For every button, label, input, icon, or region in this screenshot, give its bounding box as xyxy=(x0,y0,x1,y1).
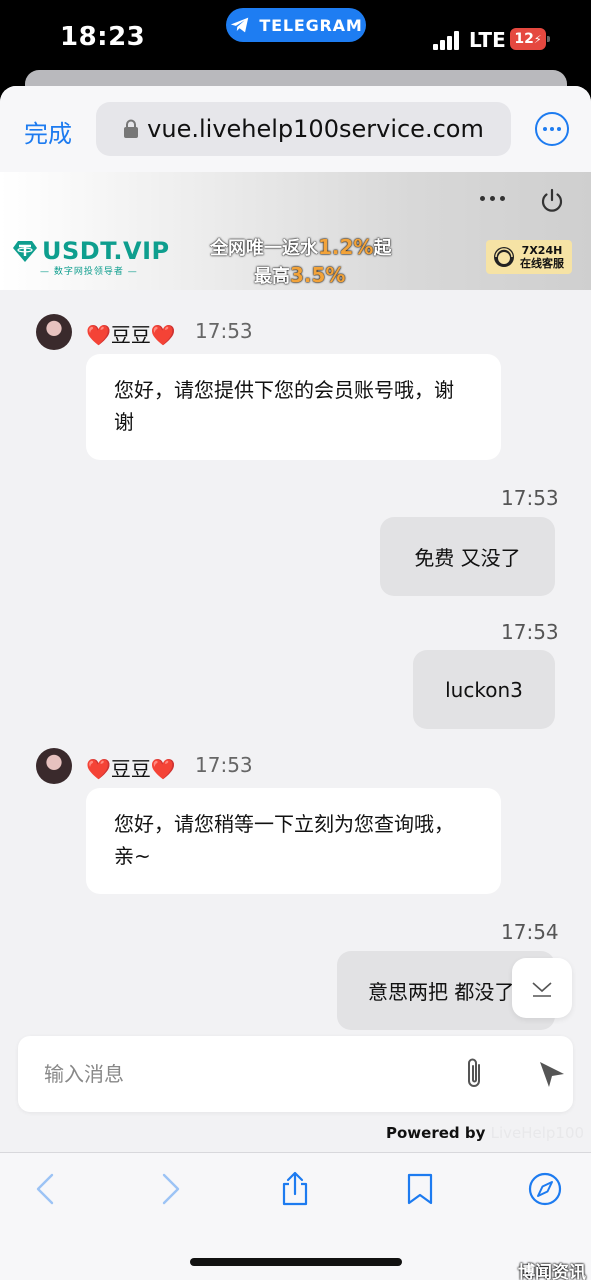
banner-menu-icon[interactable] xyxy=(480,196,505,201)
site-banner: USDT.VIP — 数字网投领导者 — 全网唯一返水1.2%起 最高3.5% … xyxy=(0,172,591,290)
url-text: vue.livehelp100service.com xyxy=(147,115,484,143)
agent-avatar xyxy=(36,748,72,784)
promo-rate-max: 3.5% xyxy=(290,263,346,287)
more-options-icon[interactable] xyxy=(535,112,569,146)
powered-by: Powered by LiveHelp100 xyxy=(386,1124,584,1142)
watermark: 博闻资讯 xyxy=(518,1263,586,1280)
paperclip-icon[interactable] xyxy=(461,1056,489,1092)
agent-message-bubble: 您好，请您稍等一下立刻为您查询哦，亲~ xyxy=(86,788,501,894)
brand-tagline: — 数字网投领导者 — xyxy=(40,267,138,277)
promo-rate-min: 1.2% xyxy=(318,235,374,259)
tether-gem-icon xyxy=(13,241,37,262)
battery-icon: 12 ⚡ xyxy=(510,28,550,50)
back-arrow-icon[interactable] xyxy=(28,1171,64,1207)
message-time: 17:53 xyxy=(195,753,253,777)
usdt-logo: USDT.VIP xyxy=(12,237,170,265)
battery-level: 12 xyxy=(514,31,534,47)
share-icon[interactable] xyxy=(277,1171,313,1207)
network-type: LTE xyxy=(469,28,506,52)
scroll-to-bottom-button[interactable] xyxy=(512,958,572,1018)
message-time: 17:53 xyxy=(501,620,559,644)
promo-line1-pre: 全网唯一返水 xyxy=(210,238,318,259)
agent-name: ❤️豆豆❤️ xyxy=(86,323,176,347)
headset-icon xyxy=(494,247,514,267)
message-input[interactable] xyxy=(44,1054,424,1094)
powered-by-label: Powered by xyxy=(386,1124,486,1142)
bookmarks-icon[interactable] xyxy=(402,1171,438,1207)
chevron-down-icon xyxy=(532,982,552,997)
support-badge[interactable]: 7X24H 在线客服 xyxy=(486,240,572,274)
clock: 18:23 xyxy=(60,22,146,52)
agent-message-bubble: 您好，请您提供下您的会员账号哦，谢谢 xyxy=(86,354,501,460)
cellular-signal-icon xyxy=(433,30,461,50)
message-time: 17:53 xyxy=(501,486,559,510)
home-indicator[interactable] xyxy=(190,1258,402,1266)
compass-icon[interactable] xyxy=(527,1171,563,1207)
return-to-telegram-pill[interactable]: TELEGRAM xyxy=(226,8,366,42)
support-hours: 7X24H xyxy=(521,244,563,257)
telegram-icon xyxy=(231,17,249,33)
address-bar[interactable]: vue.livehelp100service.com xyxy=(96,102,511,156)
brand-name: USDT.VIP xyxy=(42,237,170,265)
done-button[interactable]: 完成 xyxy=(24,114,72,149)
promo-line2-pre: 最高 xyxy=(254,266,290,287)
forward-arrow-icon[interactable] xyxy=(152,1171,188,1207)
agent-name: ❤️豆豆❤️ xyxy=(86,757,176,781)
powered-by-brand[interactable]: LiveHelp100 xyxy=(491,1124,584,1142)
promo-text: 全网唯一返水1.2%起 最高3.5% xyxy=(210,234,391,290)
support-label: 在线客服 xyxy=(520,257,564,270)
status-bar: 18:23 TELEGRAM LTE 12 ⚡ xyxy=(0,0,591,78)
telegram-label: TELEGRAM xyxy=(259,15,363,35)
lock-icon xyxy=(124,119,139,138)
message-composer xyxy=(18,1036,573,1112)
agent-avatar xyxy=(36,314,72,350)
user-message-bubble: luckon3 xyxy=(413,650,555,729)
power-icon[interactable] xyxy=(537,186,567,216)
send-icon[interactable] xyxy=(536,1058,568,1090)
user-message-bubble: 免费 又没了 xyxy=(380,517,555,596)
promo-line1-post: 起 xyxy=(373,238,392,259)
browser-sheet: 完成 vue.livehelp100service.com USDT.VIP —… xyxy=(0,86,591,1280)
message-time: 17:53 xyxy=(195,319,253,343)
browser-top-bar: 完成 vue.livehelp100service.com xyxy=(0,86,591,172)
message-time: 17:54 xyxy=(501,920,559,944)
